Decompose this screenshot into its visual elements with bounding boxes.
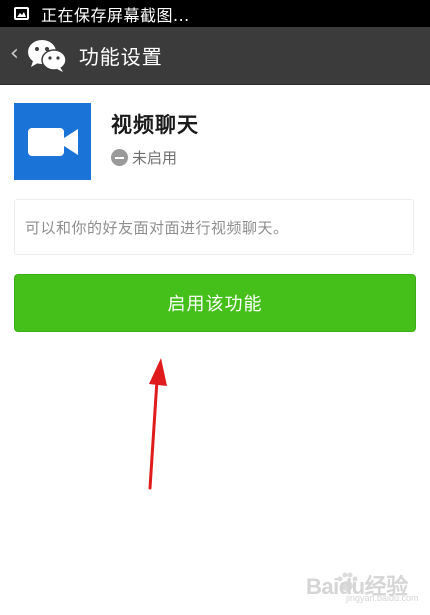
feature-name: 视频聊天 [111,113,199,137]
annotation-arrow-icon [148,358,167,490]
status-badge: 未启用 [111,147,177,168]
watermark-url: jingyan.baidu.com [346,593,419,603]
wechat-logo-icon [27,39,67,72]
back-button[interactable]: ‹ [0,27,79,85]
video-camera-icon [14,103,91,180]
description-box: 可以和你的好友面对面进行视频聊天。 [14,199,414,255]
feature-header: 视频聊天 未启用 [14,103,416,181]
chevron-left-icon: ‹ [10,40,19,66]
status-label: 未启用 [132,149,178,167]
watermark: Baidu经验 jingyan.baidu.com [306,569,419,605]
enable-feature-button[interactable]: 启用该功能 [14,274,416,332]
page-title: 功能设置 [78,45,163,69]
title-bar: ‹ 功能设置 [0,27,430,85]
screenshot-icon [14,7,29,20]
status-text: 正在保存屏幕截图... [41,5,190,25]
content: 视频聊天 未启用 可以和你的好友面对面进行视频聊天。 启用该功能 Baidu经验… [0,85,430,615]
disabled-icon [111,149,128,166]
description-text: 可以和你的好友面对面进行视频聊天。 [25,218,289,237]
status-bar: 正在保存屏幕截图... [0,0,430,27]
